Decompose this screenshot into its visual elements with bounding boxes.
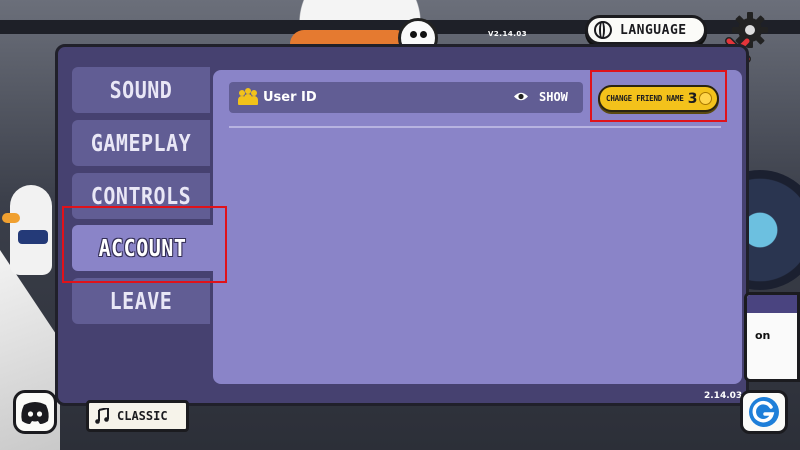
tab-sound-label: SOUND: [109, 76, 173, 104]
user-id-label: User ID: [263, 90, 317, 105]
user-id-row: User ID SHOW: [229, 82, 583, 113]
gamerjournal-icon: [749, 397, 779, 427]
discord-button[interactable]: [13, 390, 57, 434]
account-tab-highlight: [62, 206, 227, 283]
change-friend-name-highlight: [590, 70, 727, 122]
tab-gameplay[interactable]: GAMEPLAY: [72, 120, 210, 166]
eye-icon[interactable]: [513, 91, 529, 102]
duck-character: [2, 185, 52, 275]
discord-icon: [21, 402, 49, 424]
users-icon: [238, 87, 258, 105]
music-label: CLASSIC: [117, 409, 168, 423]
content-divider: [229, 126, 721, 128]
tab-leave[interactable]: LEAVE: [72, 278, 210, 324]
version-label: 2.14.03: [704, 391, 743, 401]
tab-sound[interactable]: SOUND: [72, 67, 210, 113]
side-card[interactable]: on: [744, 292, 800, 382]
side-card-header: [747, 295, 797, 313]
top-version-label: V2.14.03: [488, 30, 528, 38]
gamerjournal-button[interactable]: [740, 390, 788, 434]
music-selector[interactable]: CLASSIC: [86, 400, 189, 432]
tab-leave-label: LEAVE: [109, 287, 173, 315]
tab-gameplay-label: GAMEPLAY: [90, 129, 192, 157]
show-user-id-button[interactable]: SHOW: [539, 90, 568, 104]
side-card-text: on: [755, 329, 771, 342]
music-note-icon: [95, 408, 109, 424]
globe-icon: [594, 21, 612, 39]
language-label: LANGUAGE: [620, 22, 687, 38]
language-button[interactable]: LANGUAGE: [585, 15, 707, 45]
